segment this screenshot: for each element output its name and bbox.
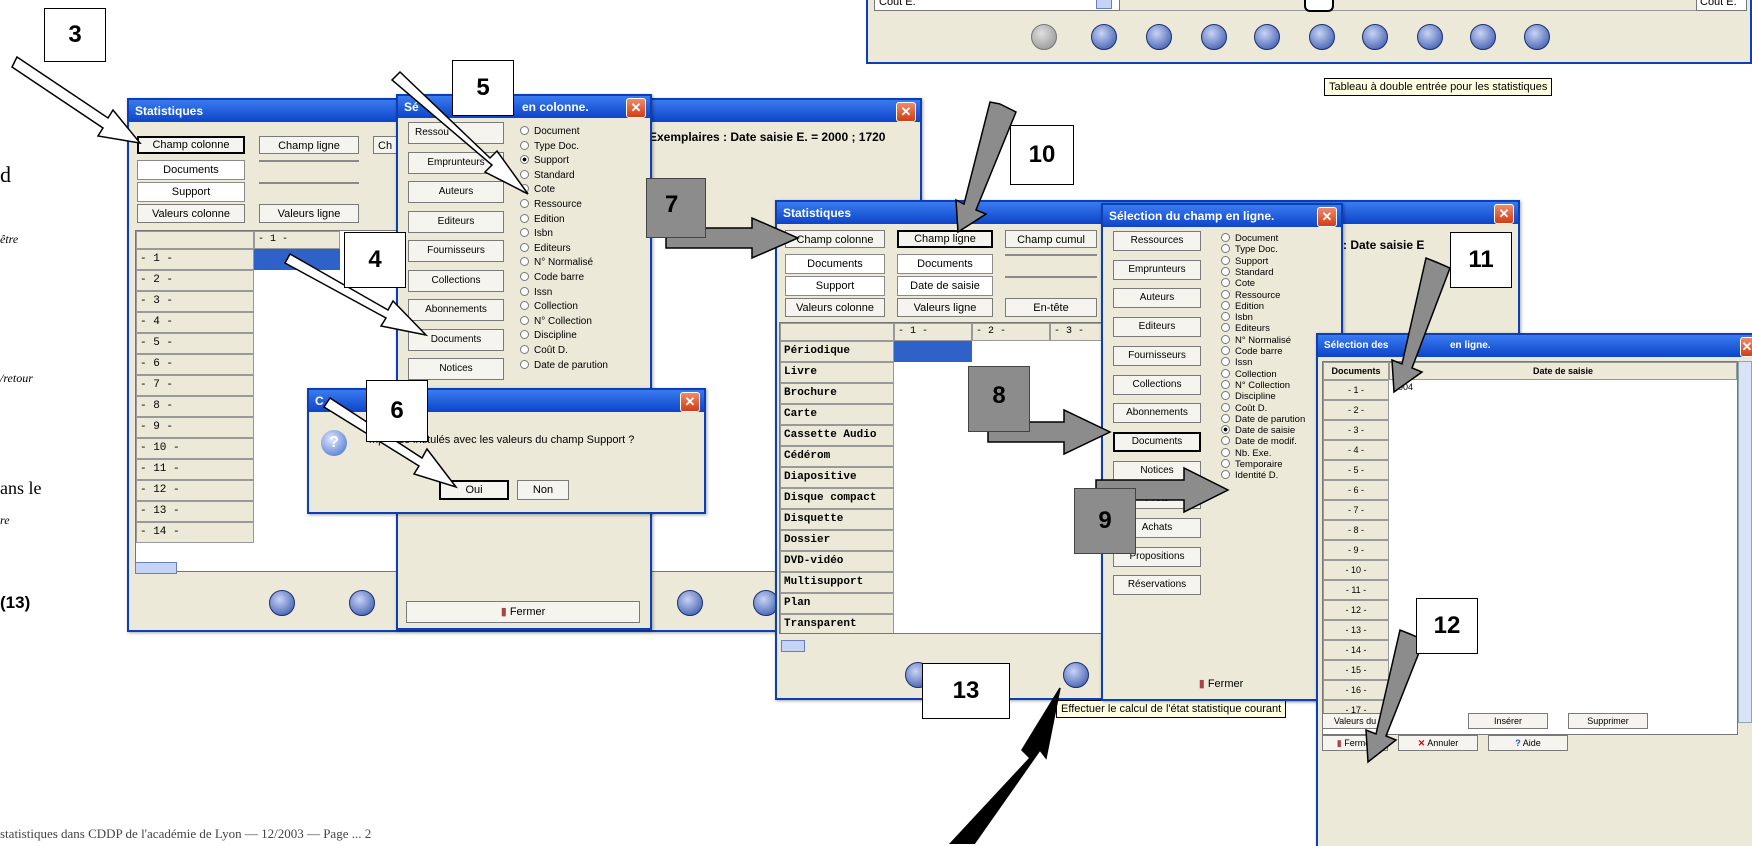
arrow-3 [11, 55, 142, 145]
callout-8: 8 [968, 366, 1030, 432]
callout-9: 9 [1074, 488, 1136, 554]
callout-3: 3 [44, 8, 106, 62]
callout-6: 6 [366, 380, 428, 442]
arrow-11 [1391, 256, 1451, 394]
callout-4: 4 [344, 232, 406, 288]
callout-10: 10 [1010, 125, 1074, 185]
arrow-10 [955, 101, 1017, 234]
callout-13: 13 [922, 663, 1010, 719]
callout-12: 12 [1416, 598, 1478, 654]
callout-11: 11 [1450, 232, 1512, 288]
annotation-arrows [11, 55, 1451, 844]
callout-7: 7 [646, 178, 706, 238]
callout-5: 5 [452, 60, 514, 116]
